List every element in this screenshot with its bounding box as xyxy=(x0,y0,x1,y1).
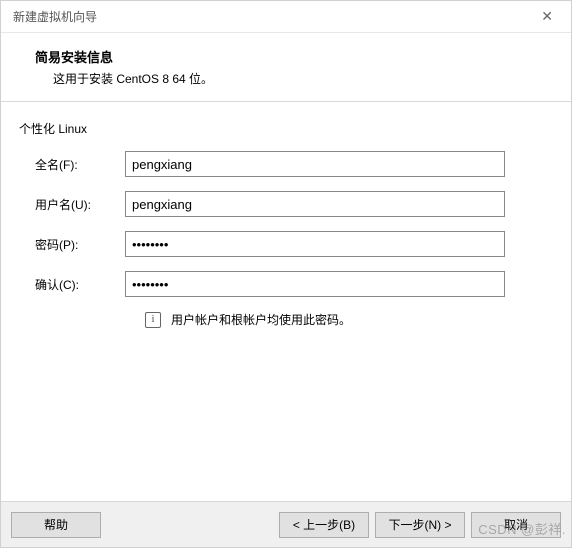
help-button[interactable]: 帮助 xyxy=(11,512,101,538)
label-username: 用户名(U): xyxy=(35,196,125,213)
password-hint-text: 用户帐户和根帐户均使用此密码。 xyxy=(171,311,351,328)
label-confirm: 确认(C): xyxy=(35,276,125,293)
cancel-button[interactable]: 取消 xyxy=(471,512,561,538)
row-password: 密码(P): xyxy=(19,231,553,257)
row-confirm: 确认(C): xyxy=(19,271,553,297)
header-title: 简易安装信息 xyxy=(21,47,551,66)
titlebar: 新建虚拟机向导 ✕ xyxy=(1,1,571,33)
label-password: 密码(P): xyxy=(35,236,125,253)
row-fullname: 全名(F): xyxy=(19,151,553,177)
window-title: 新建虚拟机向导 xyxy=(13,8,97,25)
wizard-body: 个性化 Linux 全名(F): 用户名(U): 密码(P): 确认(C): i… xyxy=(1,102,571,501)
password-hint-row: i 用户帐户和根帐户均使用此密码。 xyxy=(19,311,553,328)
fullname-field[interactable] xyxy=(125,151,505,177)
wizard-footer: 帮助 < 上一步(B) 下一步(N) > 取消 xyxy=(1,501,571,547)
label-fullname: 全名(F): xyxy=(35,156,125,173)
next-button[interactable]: 下一步(N) > xyxy=(375,512,465,538)
row-username: 用户名(U): xyxy=(19,191,553,217)
new-vm-wizard-dialog: 新建虚拟机向导 ✕ 简易安装信息 这用于安装 CentOS 8 64 位。 个性… xyxy=(0,0,572,548)
close-icon[interactable]: ✕ xyxy=(535,8,559,25)
password-field[interactable] xyxy=(125,231,505,257)
wizard-header: 简易安装信息 这用于安装 CentOS 8 64 位。 xyxy=(1,33,571,102)
back-button[interactable]: < 上一步(B) xyxy=(279,512,369,538)
username-field[interactable] xyxy=(125,191,505,217)
info-icon: i xyxy=(145,312,161,328)
confirm-field[interactable] xyxy=(125,271,505,297)
header-subtitle: 这用于安装 CentOS 8 64 位。 xyxy=(21,70,551,87)
section-label: 个性化 Linux xyxy=(19,120,553,137)
